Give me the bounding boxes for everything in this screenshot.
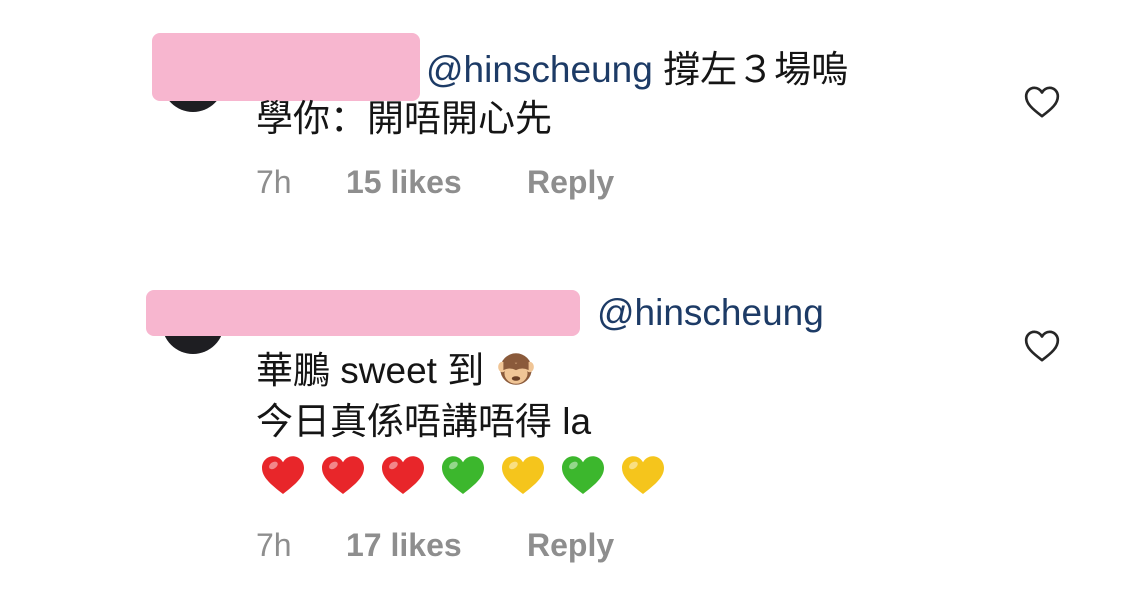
- heart-emoji-icon: [502, 456, 544, 494]
- heart-emoji-icon: [262, 456, 304, 494]
- heart-emoji-icon: [382, 456, 424, 494]
- reply-button[interactable]: Reply: [527, 527, 614, 564]
- heart-emoji-row: [259, 451, 667, 499]
- see-no-evil-monkey-icon: [497, 353, 534, 385]
- timestamp: 7h: [256, 164, 292, 200]
- mention-link[interactable]: @hinscheung: [426, 49, 653, 90]
- heart-outline-icon[interactable]: [1022, 82, 1062, 122]
- like-count[interactable]: 17 likes: [346, 527, 462, 564]
- heart-emoji-icon: [622, 456, 664, 494]
- comment-text-line-2: 學你：開唔開心先: [256, 98, 552, 139]
- redacted-username: [146, 290, 580, 336]
- heart-emoji-icon: [562, 456, 604, 494]
- comment-text-line-1: @hinscheung: [597, 291, 824, 335]
- mention-link[interactable]: @hinscheung: [597, 292, 824, 333]
- comment-text: 華鵬 sweet 到: [256, 350, 485, 391]
- comment-text-line-1: @hinscheung 撐左３場嗚: [426, 48, 848, 92]
- comment-text-line-2: 華鵬 sweet 到: [256, 347, 537, 393]
- heart-emoji-icon: [442, 456, 484, 494]
- redacted-username: [152, 33, 420, 101]
- like-count[interactable]: 15 likes: [346, 164, 462, 201]
- timestamp: 7h: [256, 527, 292, 563]
- reply-button[interactable]: Reply: [527, 164, 614, 201]
- heart-outline-icon[interactable]: [1022, 326, 1062, 366]
- heart-emoji-icon: [322, 456, 364, 494]
- comment-text: 撐左３場嗚: [652, 49, 849, 90]
- comment-text-line-3: 今日真係唔講唔得 la: [256, 401, 592, 442]
